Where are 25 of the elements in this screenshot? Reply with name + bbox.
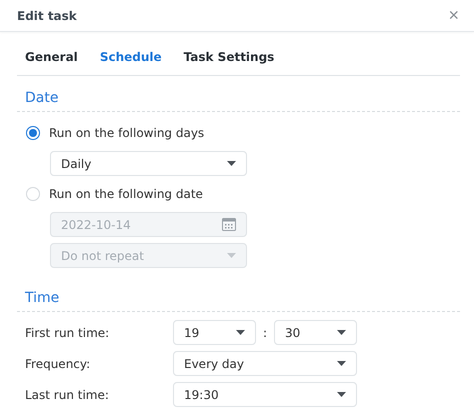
- section-heading: Date: [17, 76, 460, 112]
- section-heading: Time: [17, 268, 460, 312]
- hour-dropdown[interactable]: 19: [173, 320, 256, 345]
- caret-icon: [236, 330, 245, 335]
- time-separator: :: [262, 326, 268, 340]
- tab[interactable]: Schedule: [100, 48, 162, 65]
- caret-icon: [337, 330, 346, 335]
- field-label: First run time:: [25, 326, 110, 340]
- radio-label: Run on the following days: [49, 126, 204, 140]
- dropdown[interactable]: Every day: [173, 351, 357, 376]
- dropdown[interactable]: 19:30: [173, 382, 357, 407]
- radio-label: Run on the following date: [49, 187, 203, 201]
- caret-icon: [337, 392, 346, 397]
- caret-icon: [227, 253, 236, 258]
- field-label: Last run time:: [25, 388, 110, 402]
- field-label: Frequency:: [25, 356, 92, 370]
- radio-button[interactable]: [26, 126, 40, 140]
- dropdown[interactable]: Daily: [50, 151, 247, 176]
- tab[interactable]: Task Settings: [184, 48, 274, 65]
- calendar-icon: [222, 218, 236, 231]
- minute-dropdown[interactable]: 30: [274, 320, 357, 345]
- window-title: Edit task: [17, 8, 77, 22]
- caret-icon: [337, 361, 346, 366]
- tab[interactable]: General: [25, 48, 78, 65]
- caret-icon: [227, 161, 236, 166]
